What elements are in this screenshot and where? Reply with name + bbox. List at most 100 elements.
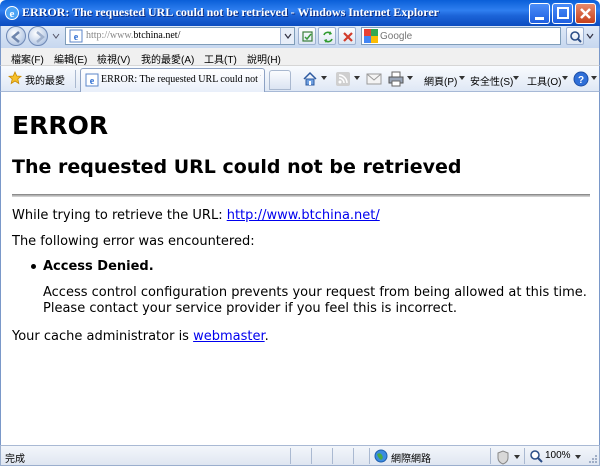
divider: [290, 448, 291, 464]
chevron-down-icon[interactable]: [459, 76, 465, 80]
zoom-level[interactable]: 100%: [545, 450, 571, 461]
page-subtitle: The requested URL could not be retrieved: [12, 156, 462, 178]
retrieve-url-link[interactable]: http://www.btchina.net/: [227, 208, 380, 223]
page-content: ERROR The requested URL could not be ret…: [0, 92, 600, 445]
globe-icon: [374, 449, 388, 463]
search-field[interactable]: [361, 27, 561, 45]
status-text: 完成: [5, 454, 25, 465]
horizontal-rule: [12, 194, 590, 197]
maximize-button[interactable]: [552, 3, 573, 24]
compatibility-icon: [302, 31, 313, 42]
divider: [353, 448, 354, 464]
divider: [75, 70, 76, 88]
menu-edit[interactable]: 編輯(E): [54, 51, 87, 66]
search-input[interactable]: [380, 29, 550, 43]
error-title: Access Denied.: [43, 259, 154, 274]
chevron-down-icon[interactable]: [354, 76, 360, 80]
refresh-button[interactable]: [318, 27, 336, 45]
tools-menu-button[interactable]: 工具(O): [527, 73, 561, 88]
forward-button[interactable]: [28, 26, 48, 46]
divider: [524, 448, 525, 464]
arrow-left-icon: [11, 31, 20, 43]
error-page: ERROR The requested URL could not be ret…: [12, 110, 590, 345]
new-tab-button[interactable]: [269, 70, 291, 90]
protected-mode-icon[interactable]: [495, 449, 511, 465]
error-description-line: Please contact your service provider if …: [43, 301, 457, 316]
chevron-down-icon[interactable]: [586, 32, 594, 40]
home-icon[interactable]: [302, 71, 318, 87]
chevron-down-icon[interactable]: [591, 76, 597, 80]
safety-menu-button[interactable]: 安全性(S): [470, 73, 513, 88]
webmaster-link[interactable]: webmaster: [193, 329, 265, 344]
tab-label: ERROR: The requested URL could not be ..…: [101, 74, 261, 85]
chevron-down-icon[interactable]: [321, 76, 327, 80]
error-list: Access Denied. Access control configurat…: [31, 258, 590, 317]
svg-text:e: e: [10, 8, 15, 20]
page-ie-icon: e: [69, 29, 83, 43]
chevron-down-icon[interactable]: [407, 76, 413, 80]
admin-text: Your cache administrator is: [12, 329, 194, 344]
back-button[interactable]: [6, 26, 26, 46]
google-icon: [364, 29, 378, 43]
menu-file[interactable]: 檔案(F): [11, 51, 44, 66]
mail-icon[interactable]: [366, 71, 382, 87]
star-icon[interactable]: [8, 71, 22, 85]
page-title: ERROR: [12, 111, 109, 140]
title-bar: e ERROR: The requested URL could not be …: [0, 0, 600, 26]
menu-view[interactable]: 檢視(V): [97, 51, 130, 66]
chevron-down-icon[interactable]: [562, 76, 568, 80]
tab-current[interactable]: e ERROR: The requested URL could not be …: [80, 68, 265, 92]
divider: [490, 448, 491, 464]
status-bar: 完成 網際網路 100%: [0, 445, 600, 466]
magnifier-icon: [570, 31, 582, 43]
stop-icon: [343, 32, 353, 42]
resize-grip-icon[interactable]: [588, 454, 598, 464]
svg-text:e: e: [90, 76, 95, 87]
menu-favorites[interactable]: 我的最愛(A): [141, 51, 194, 66]
chevron-down-icon[interactable]: [514, 455, 520, 459]
page-ie-icon: e: [85, 73, 99, 87]
compatibility-view-button[interactable]: [298, 27, 316, 45]
svg-text:?: ?: [578, 75, 584, 86]
stop-button[interactable]: [338, 27, 356, 45]
minimize-icon: [535, 17, 544, 20]
svg-text:e: e: [74, 32, 79, 43]
menu-bar: 檔案(F) 編輯(E) 檢視(V) 我的最愛(A) 工具(T) 說明(H): [0, 48, 600, 66]
maximize-icon: [557, 7, 569, 19]
close-icon: [580, 8, 591, 19]
window-title: ERROR: The requested URL could not be re…: [22, 5, 440, 19]
retrieve-text: While trying to retrieve the URL:: [12, 208, 227, 223]
search-button[interactable]: [566, 27, 584, 45]
chevron-down-icon[interactable]: [52, 32, 60, 40]
address-field[interactable]: e http://www.btchina.net/: [65, 27, 295, 45]
print-icon[interactable]: [388, 71, 404, 87]
divider: [369, 448, 370, 464]
close-button[interactable]: [575, 3, 596, 24]
menu-help[interactable]: 說明(H): [247, 51, 281, 66]
command-bar: 我的最愛 e ERROR: The requested URL could no…: [0, 66, 600, 92]
address-toolbar: e http://www.btchina.net/: [0, 26, 600, 48]
encountered-paragraph: The following error was encountered:: [12, 234, 255, 249]
refresh-icon: [323, 31, 333, 43]
chevron-down-icon: [284, 33, 292, 39]
feeds-icon[interactable]: [335, 71, 351, 87]
minimize-button[interactable]: [529, 3, 550, 24]
divider: [311, 448, 312, 464]
menu-tools[interactable]: 工具(T): [204, 51, 237, 66]
chevron-down-icon[interactable]: [513, 76, 519, 80]
error-description: Access control configuration prevents yo…: [43, 285, 599, 317]
arrow-right-icon: [36, 31, 45, 43]
admin-end: .: [264, 329, 269, 344]
bullet-icon: [31, 264, 36, 269]
help-icon[interactable]: ?: [573, 71, 589, 87]
address-dropdown[interactable]: [280, 28, 294, 44]
admin-paragraph: Your cache administrator is webmaster.: [12, 328, 590, 345]
divider: [332, 448, 333, 464]
zoom-icon[interactable]: [529, 449, 543, 463]
chevron-down-icon[interactable]: [575, 455, 581, 459]
internet-explorer-icon: e: [5, 6, 19, 20]
security-zone-label[interactable]: 網際網路: [391, 450, 431, 465]
page-menu-button[interactable]: 網頁(P): [424, 73, 457, 88]
favorites-button[interactable]: 我的最愛: [25, 72, 65, 87]
address-url[interactable]: http://www.btchina.net/: [86, 30, 180, 41]
